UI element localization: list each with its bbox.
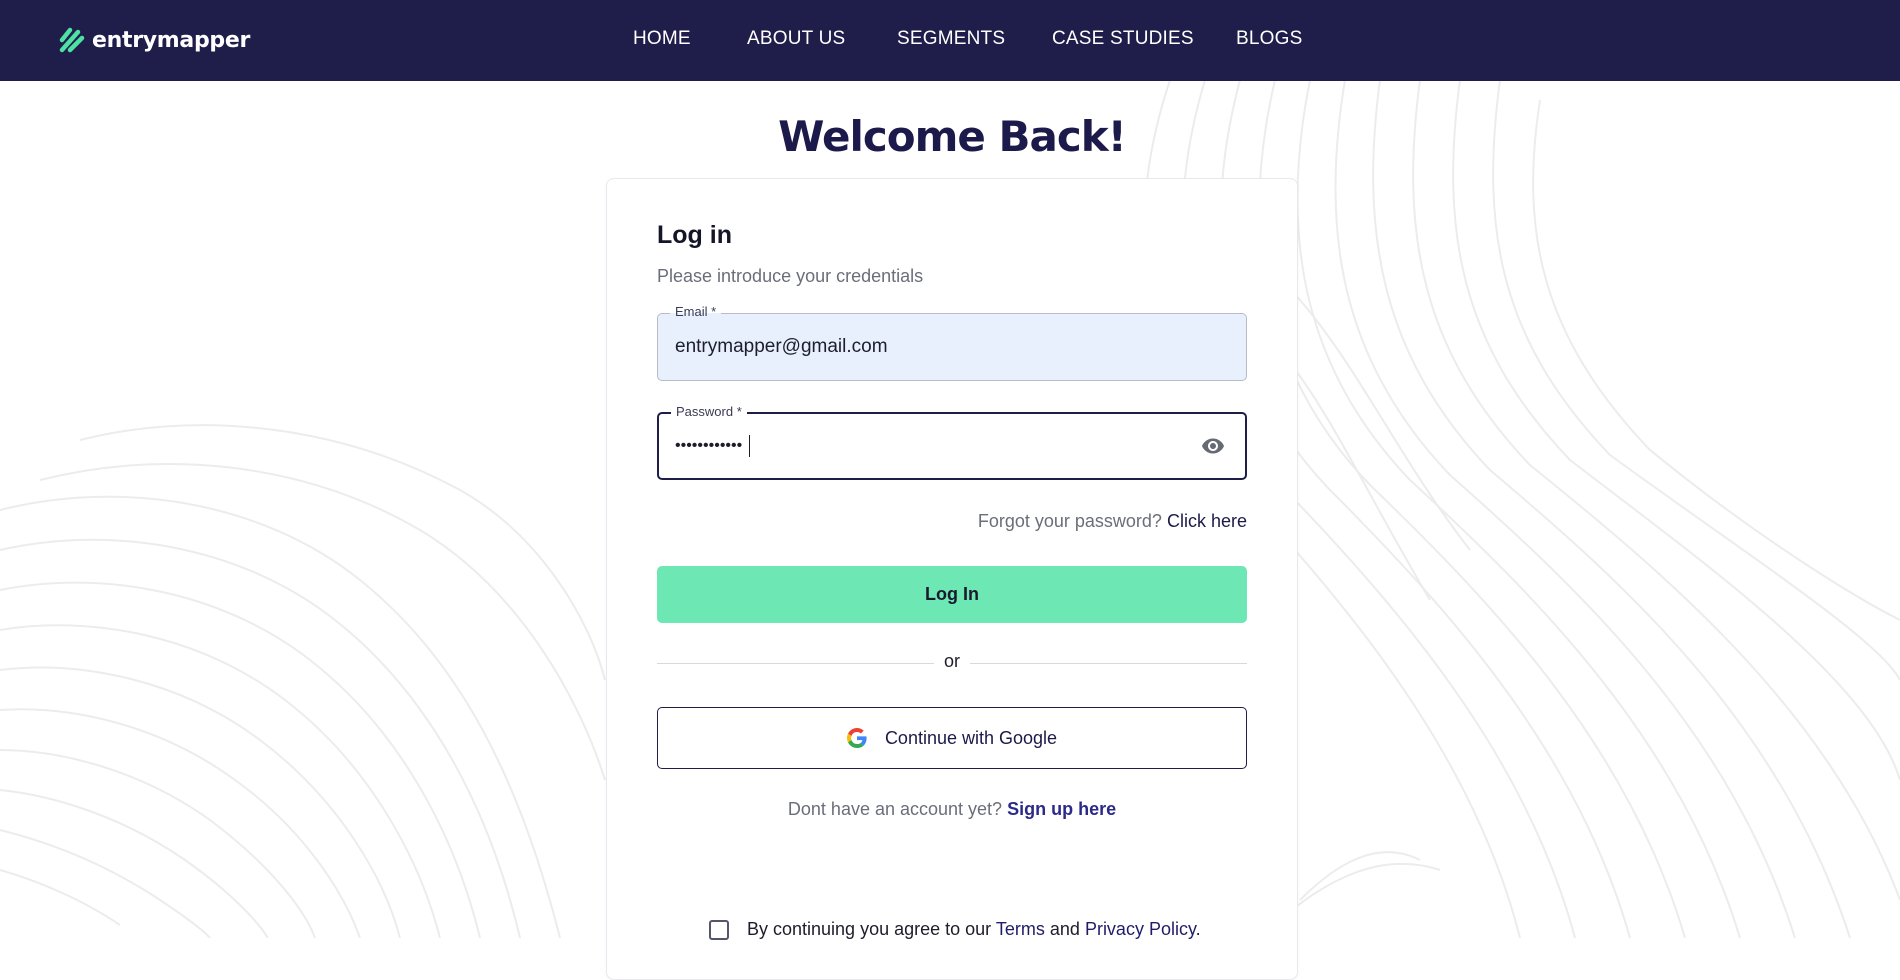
login-heading: Log in [657, 221, 732, 249]
email-field: Email * [657, 303, 1247, 381]
google-icon [846, 728, 867, 748]
signup-text: Dont have an account yet? [787, 799, 1003, 819]
logo-mark-icon [59, 27, 85, 53]
nav-segments[interactable]: SEGMENTS [897, 28, 1005, 50]
consent-and: and [1049, 919, 1080, 939]
brand-logo[interactable]: entrymapper [58, 26, 250, 54]
consent-text: By continuing you agree to our Terms and… [747, 919, 1201, 940]
divider-or: or [934, 651, 970, 672]
terms-checkbox[interactable] [709, 919, 729, 940]
terms-consent: By continuing you agree to our Terms and… [709, 919, 1201, 940]
eye-icon[interactable] [1198, 434, 1228, 458]
text-caret [749, 435, 750, 457]
privacy-policy-link[interactable]: Privacy Policy [1085, 919, 1196, 939]
login-card: Log in Please introduce your credentials… [606, 178, 1298, 980]
page-title: Welcome Back! [778, 112, 1127, 161]
forgot-password-text: Forgot your password? [977, 511, 1162, 531]
login-subtitle: Please introduce your credentials [657, 266, 924, 286]
consent-suffix: . [1195, 919, 1201, 939]
forgot-password-link[interactable]: Click here [1167, 511, 1247, 531]
nav-about-us[interactable]: ABOUT US [747, 28, 845, 50]
terms-link[interactable]: Terms [996, 919, 1045, 939]
forgot-password: Forgot your password? Click here [978, 511, 1247, 532]
signup-prompt: Dont have an account yet? Sign up here [607, 799, 1297, 820]
password-field: Password * [657, 403, 1247, 480]
nav-case-studies[interactable]: CASE STUDIES [1052, 28, 1194, 50]
continue-with-google-button[interactable]: Continue with Google [657, 707, 1247, 769]
login-button[interactable]: Log In [657, 566, 1247, 623]
email-input[interactable] [675, 314, 1175, 380]
top-navbar: entrymapper HOME ABOUT US SEGMENTS CASE … [0, 0, 1900, 81]
signup-link[interactable]: Sign up here [1007, 799, 1116, 819]
brand-name: entrymapper [92, 27, 251, 53]
nav-home[interactable]: HOME [633, 28, 691, 50]
consent-prefix: By continuing you agree to our [747, 919, 992, 939]
nav-blogs[interactable]: BLOGS [1236, 28, 1302, 50]
google-button-label: Continue with Google [884, 727, 1058, 748]
password-input[interactable] [675, 414, 1175, 478]
